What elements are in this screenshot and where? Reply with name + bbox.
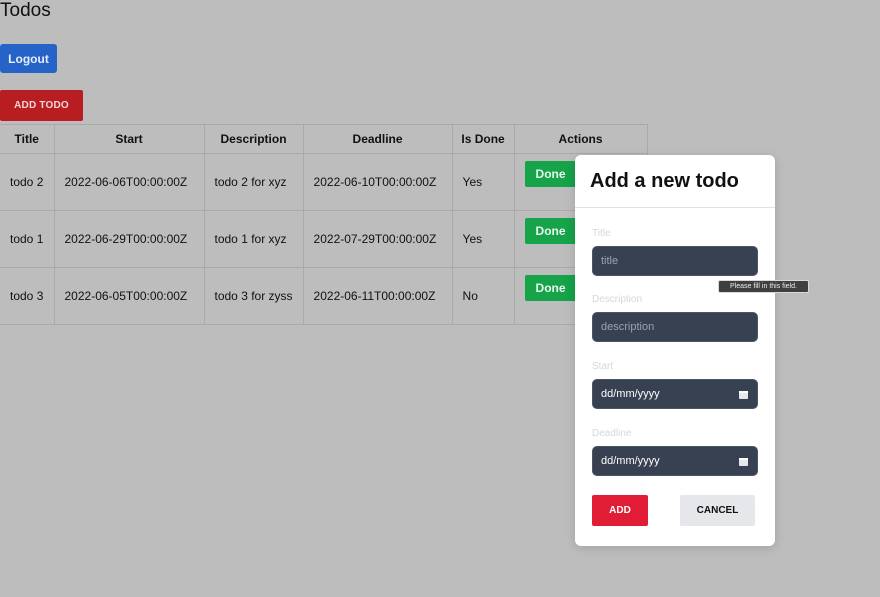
calendar-icon[interactable] <box>739 391 748 399</box>
cell-start: 2022-06-05T00:00:00Z <box>54 267 205 325</box>
header-actions: Actions <box>514 124 648 154</box>
cell-deadline: 2022-07-29T00:00:00Z <box>303 210 453 268</box>
cell-start: 2022-06-06T00:00:00Z <box>54 153 205 211</box>
table-row: todo 1 2022-06-29T00:00:00Z todo 1 for x… <box>0 210 648 268</box>
cell-description: todo 3 for zyss <box>204 267 304 325</box>
cell-is-done: Yes <box>452 153 515 211</box>
header-is-done: Is Done <box>452 124 515 154</box>
cell-title: todo 3 <box>0 267 55 325</box>
modal-header: Add a new todo <box>575 155 775 208</box>
page-title: Todos <box>0 0 51 21</box>
logout-button[interactable]: Logout <box>0 44 57 73</box>
title-input[interactable]: title <box>592 246 758 276</box>
cancel-button[interactable]: CANCEL <box>680 495 755 526</box>
add-todo-modal: Add a new todo Title title Description d… <box>575 155 775 546</box>
header-deadline: Deadline <box>303 124 453 154</box>
modal-title: Add a new todo <box>590 169 739 192</box>
add-todo-button[interactable]: ADD TODO <box>0 90 83 121</box>
start-date-input[interactable]: dd/mm/yyyy <box>592 379 758 409</box>
start-label: Start <box>592 361 614 372</box>
table-row: todo 3 2022-06-05T00:00:00Z todo 3 for z… <box>0 267 648 325</box>
done-button[interactable]: Done <box>524 161 577 187</box>
header-start: Start <box>54 124 205 154</box>
title-label: Title <box>592 228 611 239</box>
deadline-label: Deadline <box>592 428 632 439</box>
cell-description: todo 1 for xyz <box>204 210 304 268</box>
cell-deadline: 2022-06-10T00:00:00Z <box>303 153 453 211</box>
cell-title: todo 2 <box>0 153 55 211</box>
header-title: Title <box>0 124 55 154</box>
description-input[interactable]: description <box>592 312 758 342</box>
start-date-value: dd/mm/yyyy <box>601 388 660 400</box>
table-header-row: Title Start Description Deadline Is Done… <box>0 124 648 154</box>
validation-tooltip: Please fill in this field. <box>718 280 809 293</box>
cell-is-done: Yes <box>452 210 515 268</box>
add-button[interactable]: ADD <box>592 495 648 526</box>
table-row: todo 2 2022-06-06T00:00:00Z todo 2 for x… <box>0 153 648 211</box>
cell-is-done: No <box>452 267 515 325</box>
cell-start: 2022-06-29T00:00:00Z <box>54 210 205 268</box>
calendar-icon[interactable] <box>739 458 748 466</box>
description-label: Description <box>592 294 643 305</box>
cell-deadline: 2022-06-11T00:00:00Z <box>303 267 453 325</box>
deadline-date-input[interactable]: dd/mm/yyyy <box>592 446 758 476</box>
done-button[interactable]: Done <box>524 218 577 244</box>
done-button[interactable]: Done <box>524 275 577 301</box>
todos-table: Title Start Description Deadline Is Done… <box>0 124 648 325</box>
header-description: Description <box>204 124 304 154</box>
deadline-date-value: dd/mm/yyyy <box>601 455 660 467</box>
cell-description: todo 2 for xyz <box>204 153 304 211</box>
cell-title: todo 1 <box>0 210 55 268</box>
